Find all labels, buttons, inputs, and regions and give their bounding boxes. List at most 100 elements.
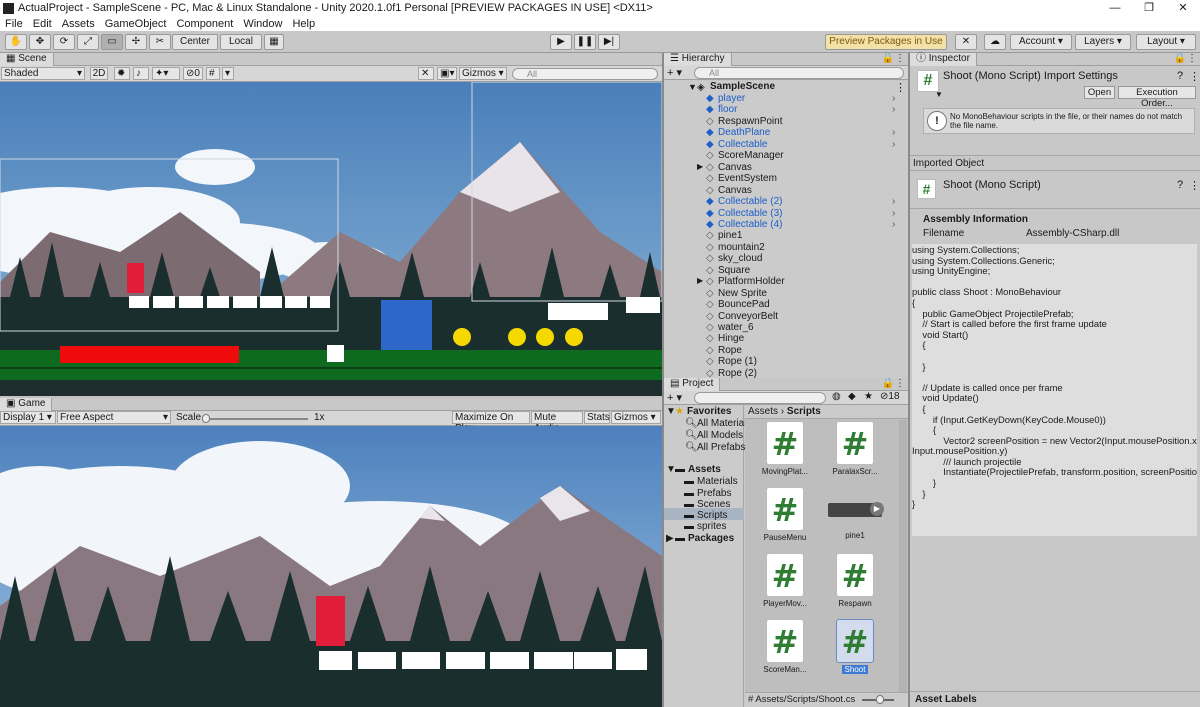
aspect-dropdown[interactable]: Free Aspect ▾ xyxy=(57,411,171,424)
pivot-local-toggle[interactable]: Local xyxy=(220,34,262,50)
expand-arrow-icon[interactable]: ▶ xyxy=(697,276,703,285)
account-dropdown[interactable]: Account ▾ xyxy=(1010,34,1072,50)
cloud-icon[interactable]: ☁ xyxy=(984,34,1006,50)
favorite-all-materials[interactable]: All Materials xyxy=(697,418,751,429)
chevron-right-icon[interactable]: › xyxy=(892,208,895,219)
hidden-packages-icon[interactable]: ⊘18 xyxy=(880,391,900,402)
hierarchy-row[interactable]: ◆ player › xyxy=(664,93,908,104)
close-button[interactable]: ✕ xyxy=(1166,0,1200,16)
favorite-all-prefabs[interactable]: All Prefabs xyxy=(697,442,745,453)
hierarchy-row[interactable]: ◆ Collectable (3) › xyxy=(664,208,908,219)
hierarchy-row[interactable]: ◇ Rope xyxy=(664,345,908,356)
folder-sprites[interactable]: sprites xyxy=(697,521,726,532)
grid-toggle-icon[interactable]: # xyxy=(206,67,220,80)
menu-assets[interactable]: Assets xyxy=(57,18,100,30)
object-menu-icon[interactable]: ⋮ xyxy=(1189,179,1200,192)
hierarchy-row[interactable]: ◇ EventSystem xyxy=(664,173,908,184)
menu-component[interactable]: Component xyxy=(171,18,238,30)
move-tool-button[interactable]: ✥ xyxy=(29,34,51,50)
asset-item[interactable]: # MovingPlat... xyxy=(755,421,815,476)
hierarchy-row[interactable]: ◇ ScoreManager xyxy=(664,150,908,161)
preview-packages-dropdown[interactable]: Preview Packages in Use ▾ xyxy=(825,34,947,61)
layout-dropdown[interactable]: Layout ▾ xyxy=(1136,34,1196,50)
chevron-right-icon[interactable]: › xyxy=(892,93,895,104)
filter-label-icon[interactable]: ◆ xyxy=(848,391,856,402)
favorite-icon[interactable]: ★ xyxy=(864,391,873,402)
tab-hierarchy[interactable]: ☰ Hierarchy xyxy=(664,53,732,66)
maximize-on-play-toggle[interactable]: Maximize On Play xyxy=(452,411,530,434)
lock-icon[interactable]: 🔒 xyxy=(882,53,894,65)
pivot-center-toggle[interactable]: Center xyxy=(172,34,218,50)
menu-gameobject[interactable]: GameObject xyxy=(100,18,172,30)
stats-toggle[interactable]: Stats xyxy=(584,411,610,424)
scene-death-plane[interactable] xyxy=(60,346,239,363)
hidden-objects-icon[interactable]: ⊘0 xyxy=(183,67,203,80)
collab-icon[interactable]: ✕ xyxy=(955,34,977,50)
hierarchy-row[interactable]: ◇ RespawnPoint xyxy=(664,116,908,127)
lighting-icon[interactable]: ✹ xyxy=(114,67,130,80)
assets-root-label[interactable]: Assets xyxy=(688,464,721,475)
hierarchy-row[interactable]: ▶ ◇ PlatformHolder xyxy=(664,276,908,287)
audio-icon[interactable]: ♪ xyxy=(133,67,149,80)
filter-type-icon[interactable]: ◍ xyxy=(832,391,841,402)
hand-tool-button[interactable]: ✋ xyxy=(5,34,27,50)
chevron-down-icon[interactable]: ▼ xyxy=(935,90,943,99)
scale-slider[interactable] xyxy=(203,418,308,420)
asset-item[interactable]: # PlayerMov... xyxy=(755,553,815,608)
tools-icon[interactable]: ✕ xyxy=(418,67,434,80)
custom-tool-button[interactable]: ✂ xyxy=(149,34,171,50)
favorites-label[interactable]: Favorites xyxy=(687,406,731,417)
menu-help[interactable]: Help xyxy=(287,18,320,30)
scene-viewport[interactable] xyxy=(0,82,662,396)
open-button[interactable]: Open xyxy=(1084,86,1115,99)
chevron-right-icon[interactable]: › xyxy=(892,139,895,150)
menu-window[interactable]: Window xyxy=(238,18,287,30)
maximize-button[interactable]: ❐ xyxy=(1132,0,1166,16)
settings-menu-icon[interactable]: ⋮ xyxy=(1189,70,1200,83)
play-icon[interactable]: ▶ xyxy=(870,502,884,516)
asset-item[interactable]: # ScoreMan... xyxy=(755,619,815,674)
rect-tool-button[interactable]: ▭ xyxy=(101,34,123,50)
play-button[interactable]: ▶ xyxy=(550,34,572,50)
effects-icon[interactable]: ✦▾ xyxy=(152,67,180,80)
packages-arrow-icon[interactable]: ▶ xyxy=(666,533,674,544)
scene-player[interactable] xyxy=(127,263,144,293)
hierarchy-row[interactable]: ◇ Hinge xyxy=(664,333,908,344)
folder-materials[interactable]: Materials xyxy=(697,476,738,487)
hierarchy-row[interactable]: ◆ Collectable (4) › xyxy=(664,219,908,230)
scale-tool-button[interactable]: ⤢ xyxy=(77,34,99,50)
game-gizmos-dropdown[interactable]: Gizmos ▾ xyxy=(611,411,661,424)
hierarchy-row[interactable]: ◇ pine1 xyxy=(664,230,908,241)
chevron-right-icon[interactable]: › xyxy=(892,196,895,207)
chevron-right-icon[interactable]: › xyxy=(892,219,895,230)
rotate-tool-button[interactable]: ⟳ xyxy=(53,34,75,50)
hierarchy-search-input[interactable]: All xyxy=(694,67,904,79)
hierarchy-row[interactable]: ◇ water_6 xyxy=(664,322,908,333)
minimize-button[interactable]: — xyxy=(1098,0,1132,16)
create-button[interactable]: + ▾ xyxy=(667,66,682,79)
menu-edit[interactable]: Edit xyxy=(28,18,57,30)
hierarchy-row[interactable]: ▶ ◇ Canvas xyxy=(664,162,908,173)
help-icon[interactable]: ? xyxy=(1177,70,1183,82)
hierarchy-row[interactable]: ◇ BouncePad xyxy=(664,299,908,310)
asset-item[interactable]: # Shoot xyxy=(825,619,885,674)
expand-arrow-icon[interactable]: ▼ xyxy=(688,82,697,92)
scene-water-block[interactable] xyxy=(381,300,432,350)
chevron-right-icon[interactable]: › xyxy=(892,127,895,138)
help-icon[interactable]: ? xyxy=(1177,179,1183,191)
scene-search-input[interactable]: All xyxy=(512,68,658,80)
hierarchy-row[interactable]: ◆ DeathPlane › xyxy=(664,127,908,138)
tab-inspector[interactable]: ⓘ Inspector xyxy=(910,53,977,66)
draw-mode-dropdown[interactable]: Shaded ▾ xyxy=(1,67,85,80)
execution-order-button[interactable]: Execution Order... xyxy=(1118,86,1196,109)
tab-game[interactable]: ▣ Game xyxy=(0,398,53,411)
asset-item[interactable]: ▶ pine1 xyxy=(825,487,885,540)
hierarchy-row[interactable]: ◆ Collectable › xyxy=(664,139,908,150)
layers-dropdown[interactable]: Layers ▾ xyxy=(1075,34,1131,50)
chevron-right-icon[interactable]: › xyxy=(892,104,895,115)
project-menu-icon[interactable]: ⋮ xyxy=(895,378,905,390)
hierarchy-row[interactable]: ◇ Rope (1) xyxy=(664,356,908,367)
folder-prefabs[interactable]: Prefabs xyxy=(697,488,731,499)
hierarchy-row[interactable]: ◇ Canvas xyxy=(664,185,908,196)
hierarchy-row[interactable]: ◇ sky_cloud xyxy=(664,253,908,264)
